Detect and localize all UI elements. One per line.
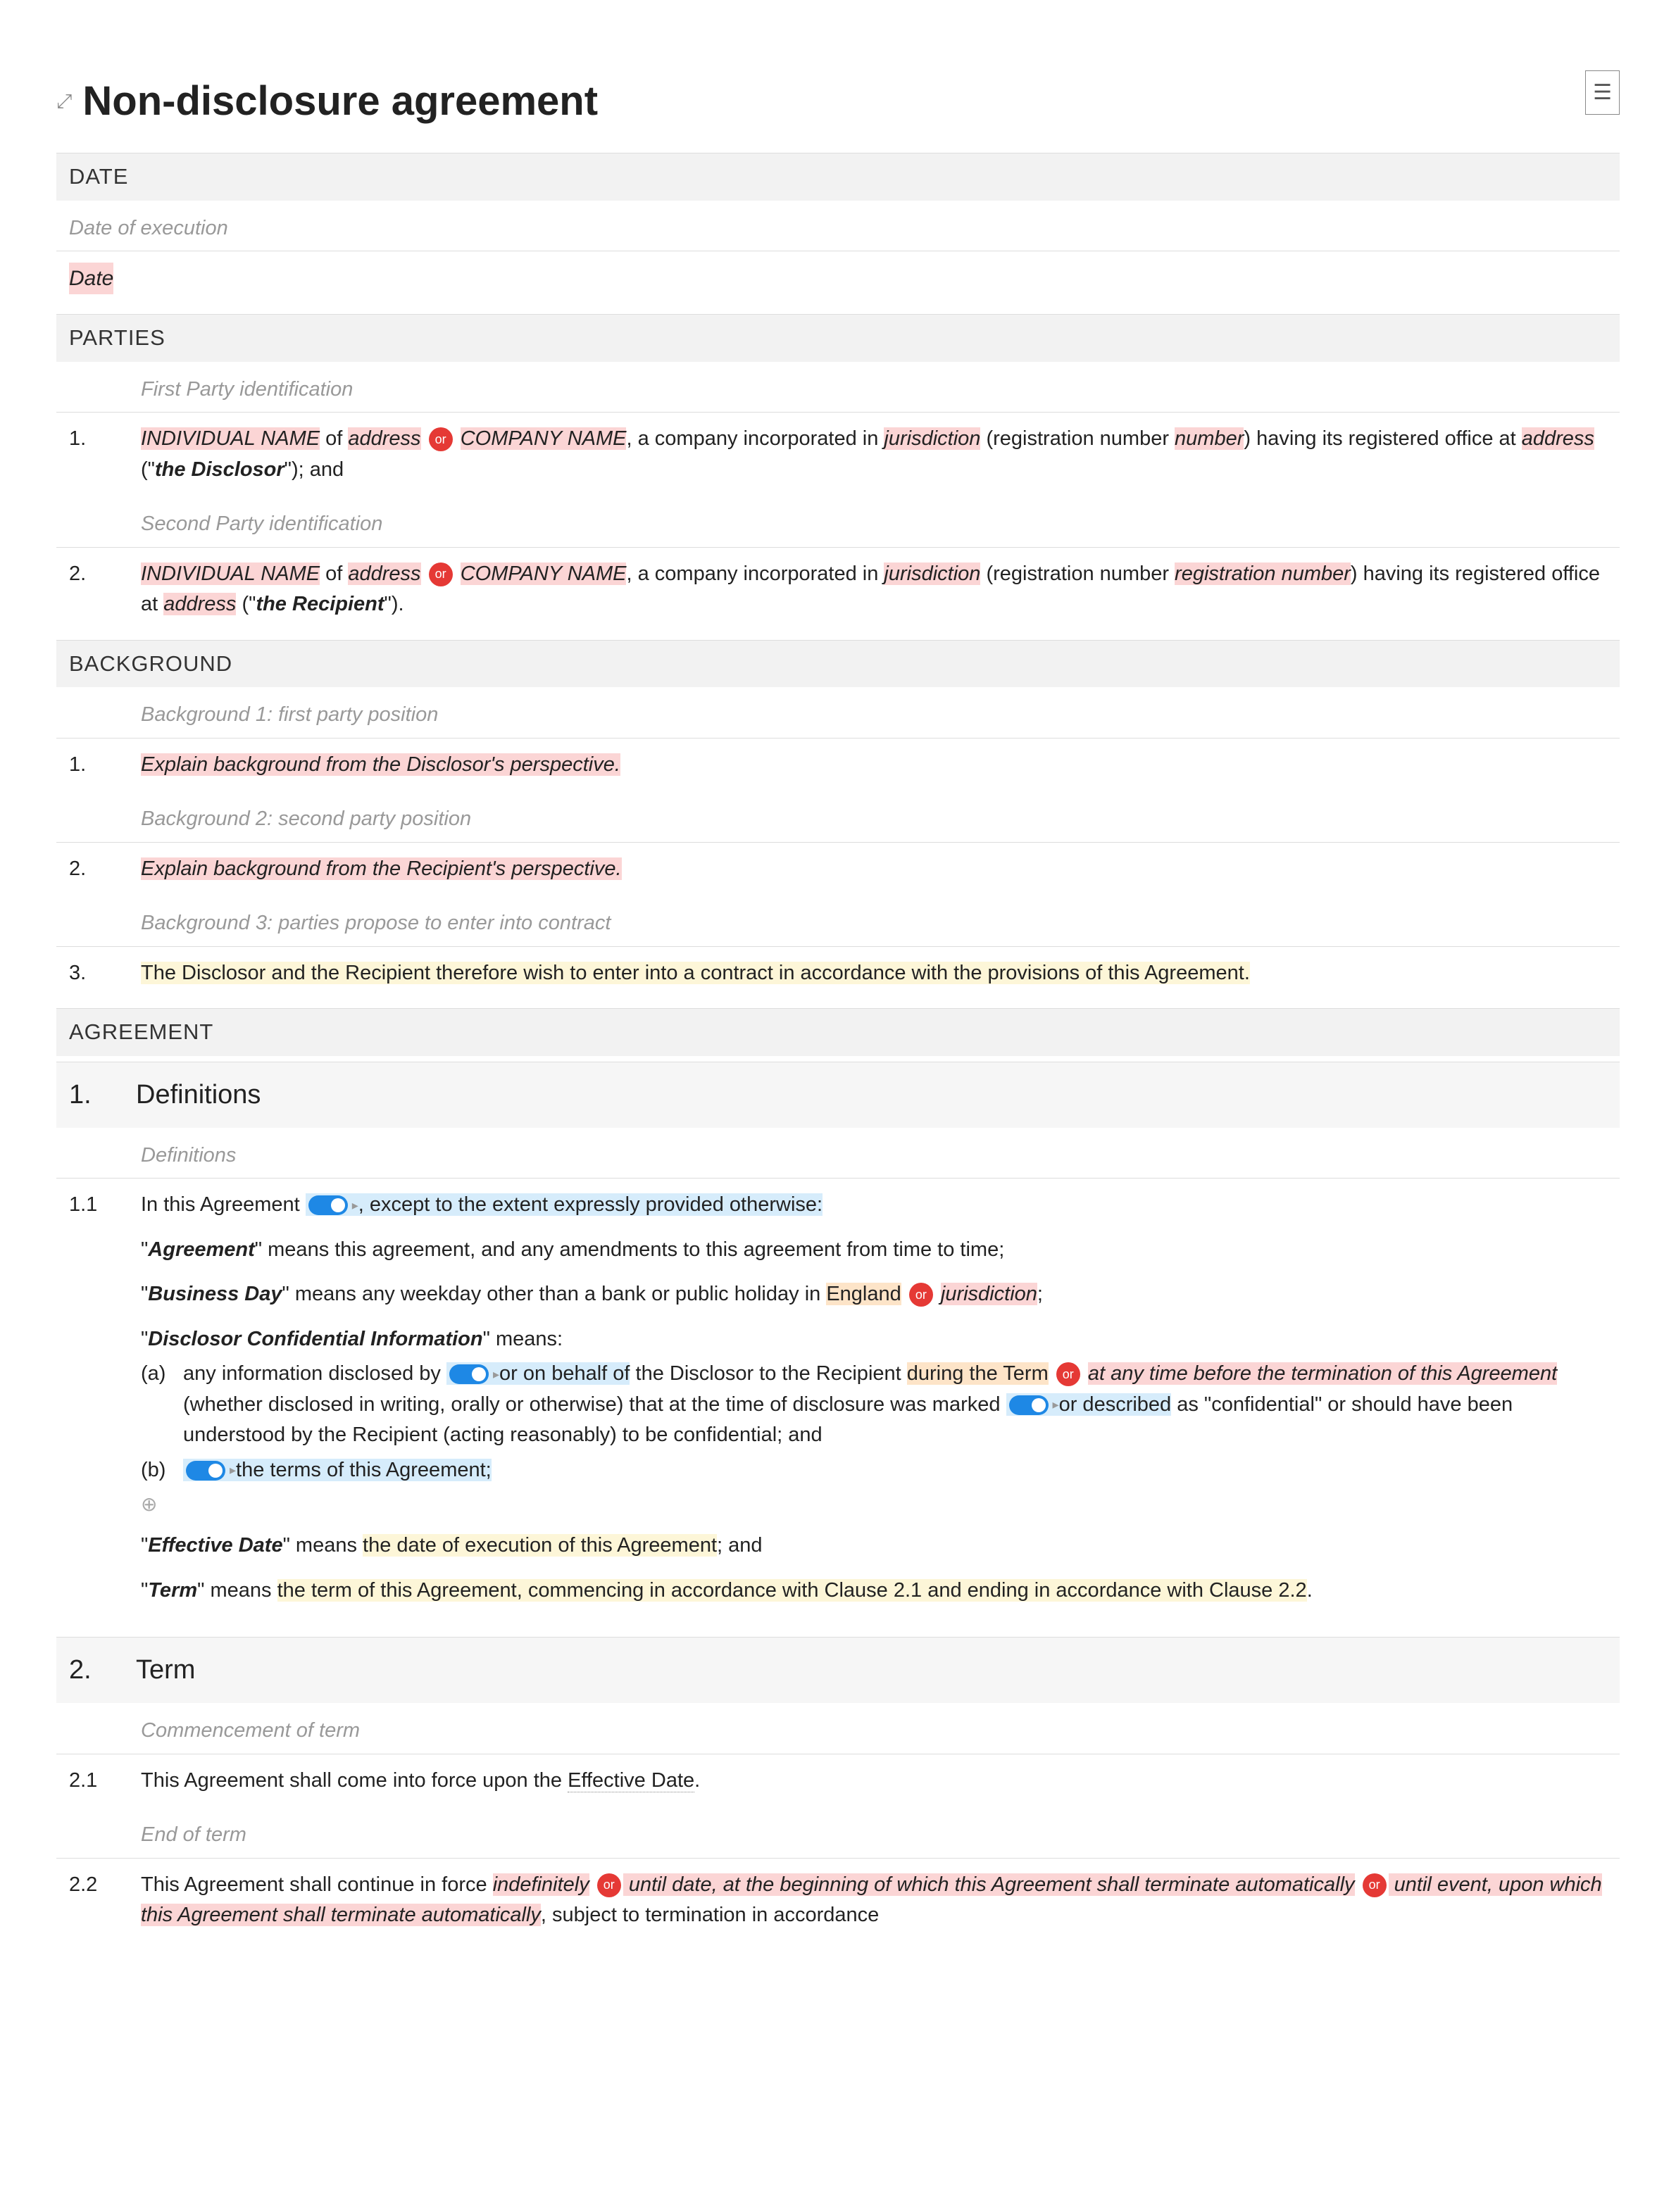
section-date-heading: DATE <box>56 153 1620 201</box>
party2-number: 2. <box>56 559 141 590</box>
bg1-number: 1. <box>56 750 141 781</box>
def-business-day: Business Day <box>148 1283 282 1305</box>
def-ed-value: the date of execution of this Agreement <box>363 1534 717 1557</box>
section-agreement-heading: AGREEMENT <box>56 1008 1620 1056</box>
section1-number: 1. <box>69 1075 118 1115</box>
party1-number: 1. <box>56 424 141 455</box>
bg2-note: Background 2: second party position <box>56 791 1620 843</box>
party1-note: First Party identification <box>56 362 1620 413</box>
party2-address[interactable]: address <box>348 563 420 585</box>
date-note: Date of execution <box>56 201 1620 252</box>
chevron-right-icon[interactable]: ▸ <box>230 1463 236 1477</box>
party2-individual-name[interactable]: INDIVIDUAL NAME <box>141 563 320 585</box>
party2-reg-address[interactable]: address <box>163 593 236 615</box>
date-placeholder[interactable]: Date <box>69 263 113 294</box>
bg2-text[interactable]: Explain background from the Recipient's … <box>141 857 622 880</box>
section-background-heading: BACKGROUND <box>56 640 1620 688</box>
dci-b-content: ▸the terms of this Agreement; <box>183 1455 1620 1486</box>
party1-address[interactable]: address <box>348 427 420 450</box>
dci-anytime[interactable]: at any time before the termination of th… <box>1088 1362 1557 1385</box>
def-agreement: Agreement <box>148 1238 255 1261</box>
or-badge[interactable]: or <box>429 563 453 586</box>
party2-note: Second Party identification <box>56 496 1620 548</box>
or-badge[interactable]: or <box>429 427 453 451</box>
party1-jurisdiction[interactable]: jurisdiction <box>884 427 980 450</box>
expand-icon[interactable]: ⤢ <box>56 87 72 116</box>
dci-a-letter: (a) <box>141 1359 176 1451</box>
party1-reg-number[interactable]: number <box>1175 427 1244 450</box>
definitions-note: Definitions <box>56 1128 1620 1179</box>
toggle-switch[interactable] <box>186 1461 225 1481</box>
section2-title: Term <box>136 1650 195 1690</box>
party2-jurisdiction[interactable]: jurisdiction <box>884 563 980 585</box>
section1-title: Definitions <box>136 1075 261 1115</box>
section2-number: 2. <box>69 1650 118 1690</box>
bg1-text[interactable]: Explain background from the Disclosor's … <box>141 753 620 776</box>
party1-reg-address[interactable]: address <box>1522 427 1594 450</box>
toc-icon[interactable]: ☰ <box>1585 70 1620 115</box>
def-term-value: the term of this Agreement, commencing i… <box>277 1579 1307 1602</box>
end-of-term-note: End of term <box>56 1807 1620 1859</box>
toggle-switch[interactable] <box>308 1195 348 1215</box>
section-parties-heading: PARTIES <box>56 314 1620 362</box>
chevron-right-icon[interactable]: ▸ <box>1053 1397 1059 1412</box>
def-bd-jurisdiction[interactable]: jurisdiction <box>941 1283 1037 1305</box>
clause-2-2-body: This Agreement shall continue in force i… <box>141 1870 1620 1931</box>
commencement-note: Commencement of term <box>56 1703 1620 1754</box>
toggle-switch[interactable] <box>449 1364 489 1384</box>
party2-company-name[interactable]: COMPANY NAME <box>461 563 627 585</box>
clause-2-1-number: 2.1 <box>56 1766 141 1797</box>
add-item-icon[interactable]: ⊕ <box>141 1490 157 1519</box>
clause-2-1-body: This Agreement shall come into force upo… <box>141 1766 1620 1797</box>
party1-body: INDIVIDUAL NAME of address or COMPANY NA… <box>141 424 1620 485</box>
clause-1-1-body: In this Agreement ▸, except to the exten… <box>141 1190 1620 1620</box>
def-bd-england[interactable]: England <box>826 1283 901 1305</box>
party2-body: INDIVIDUAL NAME of address or COMPANY NA… <box>141 559 1620 620</box>
chevron-right-icon[interactable]: ▸ <box>493 1367 499 1381</box>
party1-company-name[interactable]: COMPANY NAME <box>461 427 627 450</box>
or-badge[interactable]: or <box>909 1283 933 1307</box>
bg3-note: Background 3: parties propose to enter i… <box>56 896 1620 947</box>
or-badge[interactable]: or <box>1056 1362 1080 1386</box>
party1-individual-name[interactable]: INDIVIDUAL NAME <box>141 427 320 450</box>
party2-role: the Recipient <box>256 593 384 615</box>
effective-date-ref[interactable]: Effective Date <box>568 1769 694 1792</box>
chevron-right-icon[interactable]: ▸ <box>352 1198 358 1212</box>
party1-role: the Disclosor <box>155 458 284 481</box>
document-title: Non-disclosure agreement <box>82 70 598 132</box>
def-term: Term <box>148 1579 197 1602</box>
indefinitely-option[interactable]: indefinitely <box>493 1873 589 1896</box>
or-badge[interactable]: or <box>597 1873 621 1897</box>
clause-1-1-number: 1.1 <box>56 1190 141 1221</box>
end-event-placeholder[interactable]: event <box>1437 1873 1487 1896</box>
def-effective-date: Effective Date <box>148 1534 282 1557</box>
bg3-text: The Disclosor and the Recipient therefor… <box>141 962 1250 984</box>
or-badge[interactable]: or <box>1363 1873 1387 1897</box>
end-date-placeholder[interactable]: date <box>672 1873 711 1896</box>
def-dci: Disclosor Confidential Information <box>148 1328 482 1350</box>
bg1-note: Background 1: first party position <box>56 687 1620 739</box>
dci-b-letter: (b) <box>141 1455 176 1486</box>
bg3-number: 3. <box>56 958 141 989</box>
party2-reg-number[interactable]: registration number <box>1175 563 1351 585</box>
dci-during-term[interactable]: during the Term <box>907 1362 1049 1385</box>
clause-2-2-number: 2.2 <box>56 1870 141 1901</box>
bg2-number: 2. <box>56 854 141 885</box>
dci-a-content: any information disclosed by ▸or on beha… <box>183 1359 1620 1451</box>
toggle-switch[interactable] <box>1009 1395 1049 1415</box>
